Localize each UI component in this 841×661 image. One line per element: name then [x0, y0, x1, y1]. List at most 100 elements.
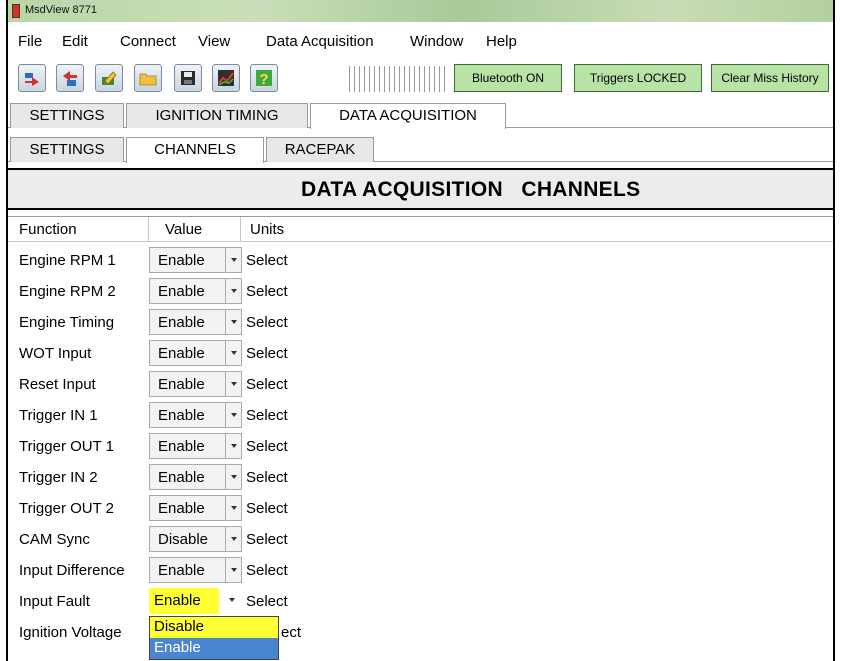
table-row: Trigger OUT 2 Enable Select	[8, 493, 833, 523]
value-dropdown-editing[interactable]: Enable	[149, 588, 242, 614]
dropdown-button[interactable]	[225, 341, 241, 365]
value-selected: Disable	[158, 531, 209, 548]
table-row: Input Difference Enable Select	[8, 555, 833, 585]
send-to-device-icon	[25, 73, 39, 86]
subtab-settings[interactable]: SETTINGS	[10, 137, 124, 162]
tab-settings[interactable]: SETTINGS	[10, 103, 124, 128]
units-cell[interactable]: Select	[246, 500, 288, 517]
send-to-device-button[interactable]	[18, 64, 46, 92]
units-cell[interactable]: Select	[246, 407, 288, 424]
open-folder-button[interactable]	[134, 64, 162, 92]
units-cell[interactable]: Select	[246, 531, 288, 548]
units-cell[interactable]: Select	[246, 345, 288, 362]
value-dropdown[interactable]: Disable	[149, 526, 242, 552]
toolbar-grip	[349, 66, 445, 92]
menu-view[interactable]: View	[198, 33, 230, 50]
chevron-down-icon	[231, 258, 237, 262]
menu-file[interactable]: File	[18, 33, 42, 50]
row-function: Trigger IN 2	[19, 469, 98, 486]
dropdown-button[interactable]	[225, 465, 241, 489]
dropdown-button[interactable]	[225, 279, 241, 303]
value-dropdown[interactable]: Enable	[149, 433, 242, 459]
dropdown-button[interactable]	[225, 527, 241, 551]
dropdown-button[interactable]	[225, 310, 241, 334]
edit-button[interactable]	[95, 64, 123, 92]
dropdown-option-enable[interactable]: Enable	[150, 638, 278, 659]
units-cell[interactable]: Select	[246, 376, 288, 393]
row-function: Ignition Voltage	[19, 624, 122, 641]
value-dropdown[interactable]: Enable	[149, 464, 242, 490]
row-function: Input Difference	[19, 562, 125, 579]
triggers-locked-button[interactable]: Triggers LOCKED	[574, 64, 702, 92]
value-dropdown[interactable]: Enable	[149, 278, 242, 304]
table-row: Input Fault Enable Select	[8, 586, 833, 616]
clear-miss-history-button[interactable]: Clear Miss History	[711, 64, 829, 92]
bluetooth-on-button[interactable]: Bluetooth ON	[454, 64, 562, 92]
svg-text:?: ?	[259, 71, 268, 87]
value-selected: Enable	[158, 562, 205, 579]
units-cell[interactable]: Select	[246, 283, 288, 300]
value-dropdown[interactable]: Enable	[149, 247, 242, 273]
chevron-down-icon	[231, 382, 237, 386]
subtab-channels[interactable]: CHANNELS	[126, 137, 264, 163]
save-disk-icon	[181, 71, 195, 85]
value-dropdown[interactable]: Enable	[149, 495, 242, 521]
column-header-units[interactable]: Units	[250, 221, 284, 238]
dropdown-button[interactable]	[225, 372, 241, 396]
table-row: Trigger IN 2 Enable Select	[8, 462, 833, 492]
row-function: Trigger IN 1	[19, 407, 98, 424]
window-title: MsdView 8771	[25, 4, 97, 16]
value-dropdown[interactable]: Enable	[149, 309, 242, 335]
units-cell[interactable]: Select	[246, 314, 288, 331]
value-dropdown[interactable]: Enable	[149, 557, 242, 583]
column-header-function[interactable]: Function	[19, 221, 77, 238]
section-header: DATA ACQUISITION CHANNELS	[8, 168, 833, 210]
tab-ignition-timing[interactable]: IGNITION TIMING	[126, 103, 308, 128]
dropdown-button[interactable]	[225, 434, 241, 458]
units-cell[interactable]: Select	[246, 252, 288, 269]
chevron-down-icon	[231, 475, 237, 479]
value-dropdown[interactable]: Enable	[149, 371, 242, 397]
table-row: WOT Input Enable Select	[8, 338, 833, 368]
edit-icon	[102, 71, 117, 85]
value-dropdown[interactable]: Enable	[149, 340, 242, 366]
dropdown-button[interactable]	[225, 248, 241, 272]
row-function: CAM Sync	[19, 531, 90, 548]
units-cell[interactable]: Select	[246, 438, 288, 455]
menu-edit[interactable]: Edit	[62, 33, 88, 50]
chevron-down-icon	[231, 506, 237, 510]
menu-connect[interactable]: Connect	[120, 33, 176, 50]
units-cell[interactable]: Select	[246, 593, 288, 610]
dropdown-button[interactable]	[224, 588, 240, 612]
menu-bar: File Edit Connect View Data Acquisition …	[8, 33, 833, 57]
dropdown-option-disable[interactable]: Disable	[150, 617, 278, 638]
units-cell[interactable]: Select	[246, 562, 288, 579]
dropdown-button[interactable]	[225, 558, 241, 582]
read-from-device-button[interactable]	[56, 64, 84, 92]
chart-button[interactable]	[212, 64, 240, 92]
units-cell[interactable]: Select	[246, 469, 288, 486]
app-window: MsdView 8771 File Edit Connect View Data…	[6, 0, 835, 661]
menu-window[interactable]: Window	[410, 33, 463, 50]
menu-data-acquisition[interactable]: Data Acquisition	[266, 33, 374, 50]
chart-icon	[218, 70, 234, 86]
dropdown-button[interactable]	[225, 496, 241, 520]
save-button[interactable]	[174, 64, 202, 92]
column-header-value[interactable]: Value	[165, 221, 202, 238]
row-function: Engine RPM 2	[19, 283, 116, 300]
chevron-down-icon	[231, 320, 237, 324]
table-row: Engine Timing Enable Select	[8, 307, 833, 337]
help-button[interactable]: ?	[250, 64, 278, 92]
table-row: CAM Sync Disable Select	[8, 524, 833, 554]
chevron-down-icon	[231, 413, 237, 417]
table-row: Trigger IN 1 Enable Select	[8, 400, 833, 430]
dropdown-button[interactable]	[225, 403, 241, 427]
chevron-down-icon	[231, 289, 237, 293]
subtab-racepak[interactable]: RACEPAK	[266, 137, 374, 162]
value-dropdown[interactable]: Enable	[149, 402, 242, 428]
units-cell[interactable]: ect	[281, 624, 301, 641]
menu-help[interactable]: Help	[486, 33, 517, 50]
title-bar: MsdView 8771	[8, 0, 833, 22]
tab-data-acquisition[interactable]: DATA ACQUISITION	[310, 103, 506, 129]
main-tabs: SETTINGS IGNITION TIMING DATA ACQUISITIO…	[8, 102, 833, 129]
